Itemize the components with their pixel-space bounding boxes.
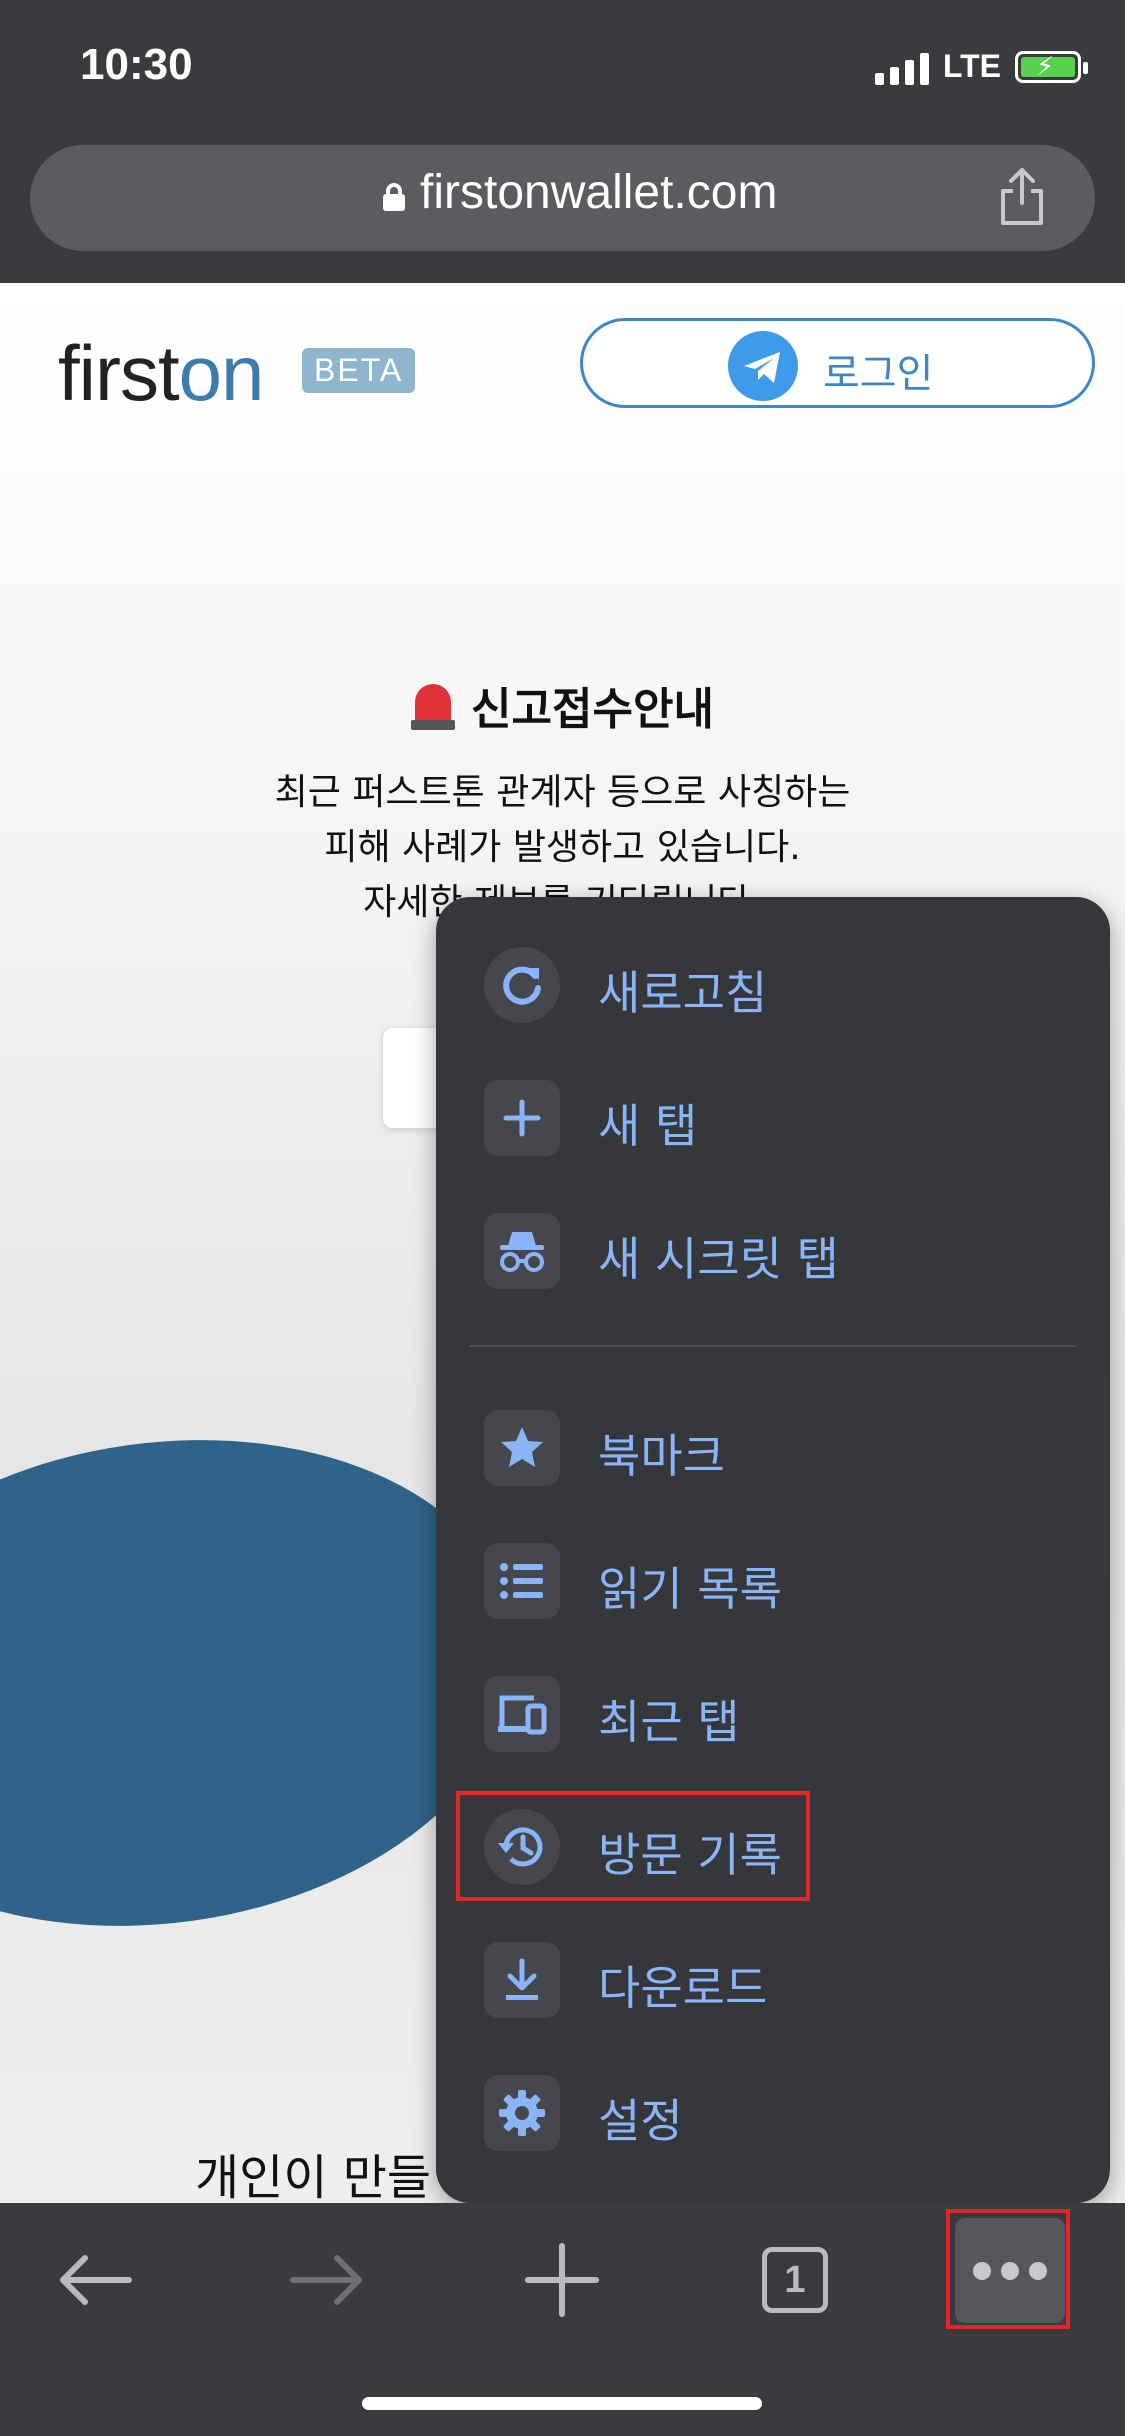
url-text[interactable]: firstonwallet.com	[420, 165, 777, 220]
login-button[interactable]: 로그인	[580, 318, 1095, 408]
menu-item-recent-tabs[interactable]: 최근 탭	[484, 1668, 1084, 1760]
login-label: 로그인	[823, 351, 934, 397]
home-indicator[interactable]	[362, 2397, 762, 2410]
menu-item-new-incognito-tab[interactable]: 새 시크릿 탭	[484, 1205, 1084, 1297]
reload-icon	[484, 947, 560, 1023]
share-icon[interactable]	[997, 167, 1047, 227]
notice-line-1: 최근 퍼스트톤 관계자 등으로 사칭하는	[274, 772, 851, 813]
notice-line-2: 피해 사례가 발생하고 있습니다.	[324, 827, 801, 868]
status-time: 10:30	[80, 40, 193, 89]
telegram-icon	[728, 331, 798, 401]
site-logo[interactable]: firston	[58, 328, 264, 419]
plus-icon	[525, 2243, 599, 2317]
beta-badge: BETA	[302, 348, 416, 393]
incognito-icon	[484, 1213, 560, 1289]
tab-count: 1	[762, 2247, 828, 2313]
back-button[interactable]	[40, 2225, 150, 2335]
browser-top-bar: 10:30 LTE ⚡ firstonwallet.com	[0, 0, 1125, 283]
address-bar[interactable]: firstonwallet.com	[30, 145, 1095, 251]
star-icon	[484, 1410, 560, 1486]
siren-icon	[411, 680, 456, 732]
notice-title: 신고접수안내	[0, 673, 1125, 737]
back-arrow-icon	[60, 2255, 132, 2305]
list-icon	[484, 1543, 560, 1619]
signal-icon	[874, 49, 929, 85]
network-label: LTE	[942, 48, 1001, 84]
more-button-highlight-box	[946, 2209, 1070, 2329]
section-heading: 개인이 만들	[195, 2150, 432, 2203]
forward-button[interactable]	[272, 2225, 382, 2335]
tab-switcher-button[interactable]: 1	[740, 2225, 850, 2335]
browser-overflow-menu: 새로고침 새 탭 새 시크릿 탭 북마크 읽기 목록 최근 탭 방문 기록 다운…	[436, 897, 1110, 2203]
menu-item-bookmarks[interactable]: 북마크	[484, 1402, 1084, 1494]
menu-item-reload[interactable]: 새로고침	[484, 939, 1084, 1031]
plus-icon	[484, 1080, 560, 1156]
battery-icon: ⚡	[1015, 50, 1088, 83]
download-icon	[484, 1942, 560, 2018]
devices-icon	[484, 1676, 560, 1752]
menu-item-reading-list[interactable]: 읽기 목록	[484, 1535, 1084, 1627]
history-highlight-box	[456, 1791, 810, 1901]
menu-item-new-tab[interactable]: 새 탭	[484, 1072, 1084, 1164]
menu-item-downloads[interactable]: 다운로드	[484, 1934, 1084, 2026]
menu-divider	[470, 1345, 1076, 1347]
menu-item-settings[interactable]: 설정	[484, 2067, 1084, 2159]
new-tab-button[interactable]	[507, 2225, 617, 2335]
gear-icon	[484, 2075, 560, 2151]
lock-icon	[383, 183, 405, 211]
browser-screen: 10:30 LTE ⚡ firstonwallet.com firston BE…	[0, 0, 1125, 2436]
forward-arrow-icon	[290, 2255, 362, 2305]
status-indicators: LTE ⚡	[874, 48, 1088, 85]
